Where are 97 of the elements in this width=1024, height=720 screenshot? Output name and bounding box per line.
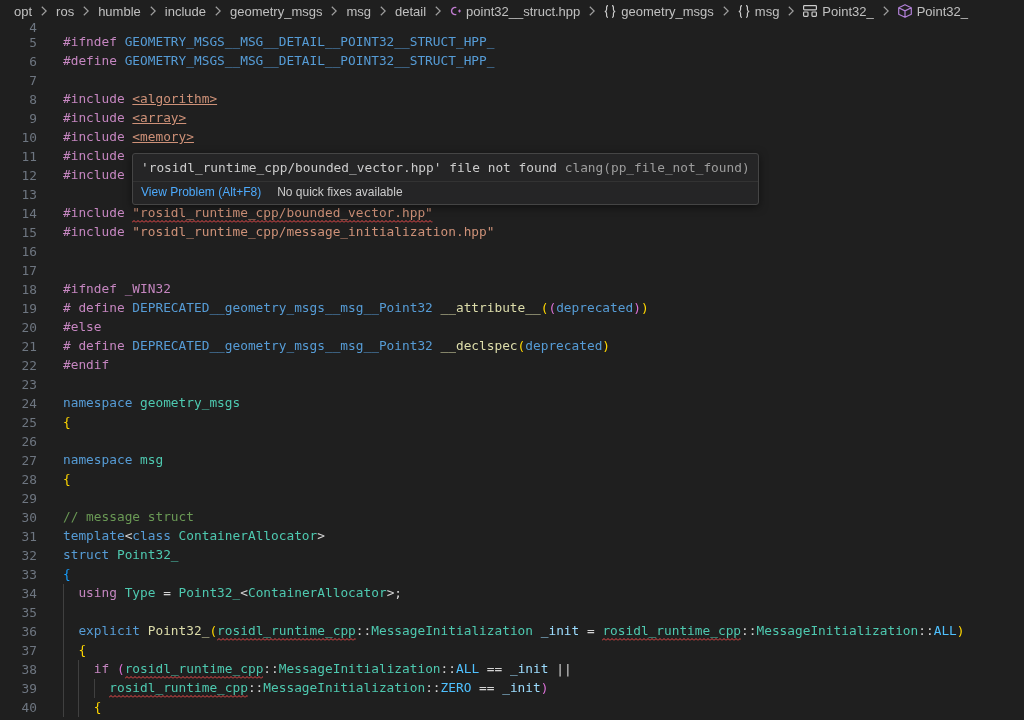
line-number: 10 bbox=[20, 129, 37, 147]
line-number: 21 bbox=[20, 338, 37, 356]
line-number: 32 bbox=[20, 547, 37, 565]
line-number: 9 bbox=[28, 110, 37, 128]
line-number: 38 bbox=[20, 661, 37, 679]
chevron-icon bbox=[331, 6, 338, 16]
breadcrumb-item[interactable]: point32__struct.hpp bbox=[450, 3, 581, 19]
line-number: 27 bbox=[20, 452, 37, 470]
code-line: #else bbox=[63, 320, 102, 334]
code-line: template<class ContainerAllocator> bbox=[63, 529, 325, 543]
line-number: 30 bbox=[20, 509, 37, 527]
code-line: #include <memory> bbox=[63, 130, 194, 144]
code-line: #include "rosidl_runtime_cpp/bounded_vector.hpp" bbox=[63, 206, 433, 220]
code-line: { bbox=[63, 567, 71, 581]
breadcrumb-item[interactable]: detail bbox=[395, 3, 427, 19]
code-line: struct Point32_ bbox=[63, 548, 179, 562]
cube-icon bbox=[897, 4, 912, 18]
code-line: #include "rosidl_runtime_cpp/message_initialization.hpp" bbox=[63, 225, 495, 239]
line-number: 34 bbox=[20, 585, 37, 603]
line-number: 33 bbox=[20, 566, 37, 584]
breadcrumb-item[interactable]: opt bbox=[14, 3, 33, 19]
chevron-icon bbox=[882, 6, 889, 16]
code-line: #define GEOMETRY_MSGS__MSG__DETAIL__POINT32__STRUCT_HPP_ bbox=[63, 54, 495, 68]
braces-icon bbox=[737, 4, 750, 18]
chevron-icon bbox=[41, 6, 48, 16]
line-number: 24 bbox=[20, 395, 37, 413]
code-line: // message struct bbox=[63, 510, 194, 524]
chevron-icon bbox=[380, 6, 387, 16]
code-line: #ifndef GEOMETRY_MSGS__MSG__DETAIL__POINT32__STRUCT_HPP_ bbox=[63, 35, 495, 49]
breadcrumb-item[interactable]: geometry_msgs bbox=[604, 3, 714, 19]
line-number: 23 bbox=[20, 376, 37, 394]
line-number: 28 bbox=[20, 471, 37, 489]
code-line: { bbox=[93, 700, 102, 714]
breadcrumb-item[interactable]: ros bbox=[56, 3, 75, 19]
line-number: 17 bbox=[20, 262, 37, 280]
breadcrumb-item[interactable]: Point32_ bbox=[803, 3, 874, 19]
line-number: 4 bbox=[28, 22, 37, 33]
line-number: 19 bbox=[20, 300, 37, 318]
code-line: namespace geometry_msgs bbox=[63, 396, 241, 410]
code-line: # define DEPRECATED__geometry_msgs__msg__Point32 __declspec(deprecated) bbox=[63, 339, 611, 353]
code-line: #endif bbox=[63, 358, 110, 372]
line-number: 36 bbox=[20, 623, 37, 641]
breadcrumb-item[interactable]: humble bbox=[98, 3, 141, 19]
chevron-icon bbox=[788, 6, 795, 16]
chevron-icon bbox=[435, 6, 442, 16]
line-number: 15 bbox=[20, 224, 37, 242]
code-line: if (rosidl_runtime_cpp::MessageInitialization::ALL == _init || bbox=[93, 662, 572, 676]
code-line: { bbox=[63, 415, 71, 429]
line-number: 14 bbox=[20, 205, 37, 223]
line-number: 39 bbox=[20, 680, 37, 698]
line-number: 6 bbox=[28, 53, 37, 71]
error-message: 'rosidl_runtime_cpp/bounded_vector.hpp' file not found bbox=[141, 160, 558, 175]
line-number: 12 bbox=[20, 167, 37, 185]
line-number: 16 bbox=[20, 243, 37, 261]
chevron-icon bbox=[722, 6, 729, 16]
code-line: { bbox=[63, 472, 71, 486]
code-line: explicit Point32_(rosidl_runtime_cpp::MessageInitialization _init = rosidl_runtime_cpp::MessageInitialization::ALL) bbox=[78, 624, 965, 638]
line-number: 35 bbox=[20, 604, 37, 622]
line-number: 37 bbox=[20, 642, 37, 660]
code-line: using Type = Point32_<ContainerAllocator>; bbox=[78, 586, 403, 600]
line-number: 7 bbox=[28, 72, 37, 90]
line-number: 31 bbox=[20, 528, 37, 546]
breadcrumb-item[interactable]: include bbox=[164, 3, 206, 19]
chevron-icon bbox=[589, 6, 596, 16]
line-number: 22 bbox=[20, 357, 37, 375]
line-number: 5 bbox=[28, 34, 37, 52]
chevron-icon bbox=[83, 6, 90, 16]
chevron-icon bbox=[149, 6, 156, 16]
code-line: #include bbox=[63, 149, 125, 163]
line-number: 13 bbox=[20, 186, 37, 204]
line-number: 29 bbox=[20, 490, 37, 508]
line-number: 11 bbox=[20, 148, 37, 166]
quick-fix-status: No quick fixes available bbox=[277, 185, 403, 200]
struct-icon bbox=[803, 5, 818, 17]
code-line: #include bbox=[63, 168, 125, 182]
breadcrumb-item[interactable]: msg bbox=[346, 3, 372, 19]
line-number: 40 bbox=[20, 699, 37, 717]
file-type-icon bbox=[450, 6, 462, 16]
line-number: 20 bbox=[20, 319, 37, 337]
line-number: 18 bbox=[20, 281, 37, 299]
code-line: namespace msg bbox=[63, 453, 164, 467]
chevron-icon bbox=[215, 6, 221, 16]
view-problem-link[interactable]: View Problem (Alt+F8) bbox=[141, 185, 262, 200]
breadcrumb-item[interactable]: geometry_msgs bbox=[230, 3, 323, 19]
breadcrumb-item[interactable]: Point32_ bbox=[897, 3, 968, 19]
breadcrumb-item[interactable]: msg bbox=[737, 3, 780, 19]
line-number: 26 bbox=[20, 433, 37, 451]
line-number: 25 bbox=[20, 414, 37, 432]
line-number: 8 bbox=[28, 91, 37, 109]
code-line: #include <array> bbox=[63, 111, 187, 125]
error-source: clang(pp_file_not_found) bbox=[564, 160, 750, 175]
code-line: rosidl_runtime_cpp::MessageInitialization::ZERO == _init) bbox=[109, 681, 549, 695]
code-line: #ifndef _WIN32 bbox=[63, 282, 171, 296]
code-line: # define DEPRECATED__geometry_msgs__msg__Point32 __attribute__((deprecated)) bbox=[63, 301, 649, 315]
code-line: { bbox=[78, 643, 87, 657]
braces-icon bbox=[604, 4, 617, 18]
code-line: #include <algorithm> bbox=[63, 92, 218, 106]
